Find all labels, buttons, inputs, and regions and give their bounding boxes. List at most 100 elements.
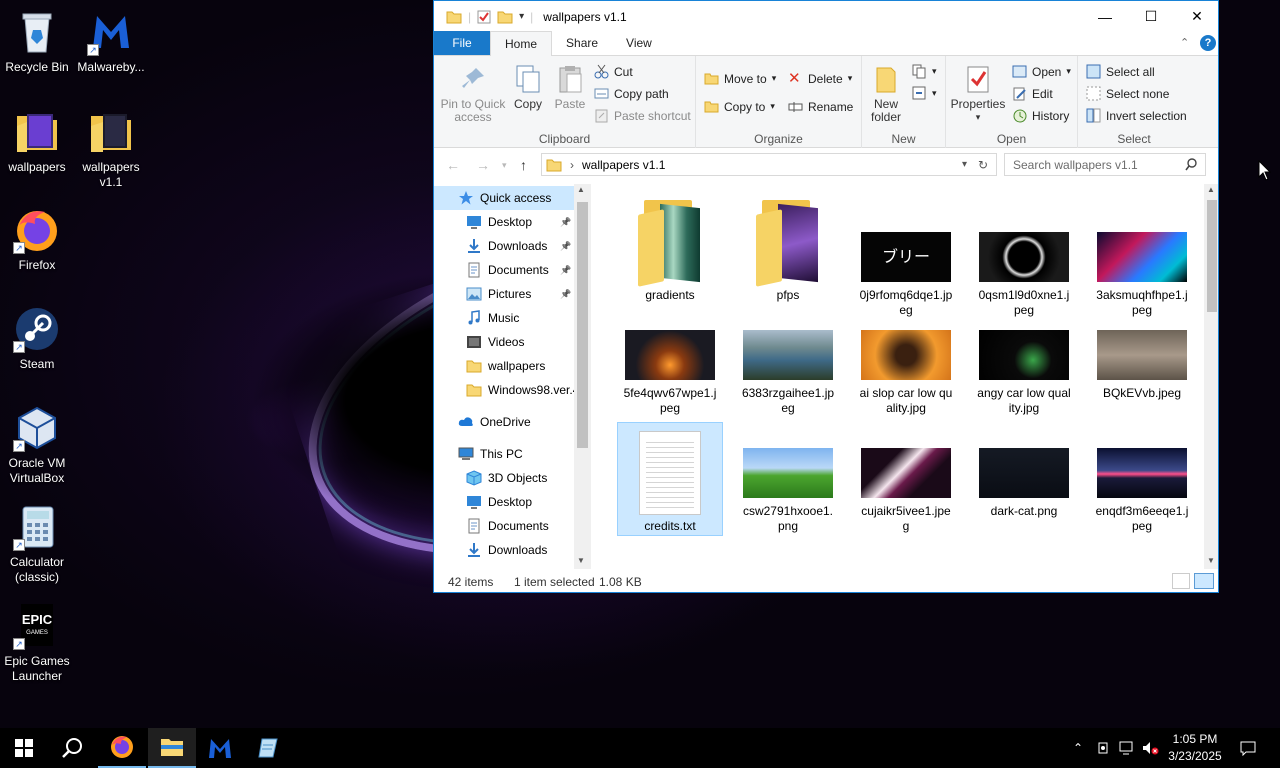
desktop-icon-wallpapers-v11[interactable]: wallpapers v1.1 (74, 108, 148, 190)
new-item-button[interactable]: ▾ (912, 64, 937, 79)
back-arrow-icon[interactable]: ← (446, 157, 460, 173)
refresh-icon[interactable]: ↻ (978, 158, 988, 172)
desktop-icon-recycle-bin[interactable]: Recycle Bin (0, 8, 74, 75)
scroll-down-icon[interactable]: ▼ (1207, 556, 1215, 565)
file-item[interactable]: dark-cat.png (971, 422, 1077, 519)
nav-item[interactable]: OneDrive (434, 410, 574, 434)
tray-device-icon[interactable] (1092, 728, 1114, 768)
system-clock[interactable]: 1:05 PM 3/23/2025 (1160, 731, 1230, 765)
nav-item[interactable]: wallpapers (434, 354, 574, 378)
content-scrollbar-thumb[interactable] (1207, 200, 1217, 312)
navigation-scrollbar[interactable]: ▲ ▼ (574, 184, 591, 569)
pin-quick-access-button[interactable]: Pin to Quick access (440, 64, 506, 124)
edit-button[interactable]: Edit (1012, 86, 1053, 101)
copy-button[interactable]: Copy (510, 64, 546, 111)
tray-overflow-icon[interactable]: ⌃ (1068, 728, 1088, 768)
qat-dropdown-icon[interactable]: ▾ (519, 11, 524, 22)
content-scrollbar[interactable]: ▲ ▼ (1204, 184, 1218, 569)
copy-to-button[interactable]: Copy to ▾ (704, 99, 775, 114)
large-icons-view-icon[interactable] (1194, 573, 1214, 589)
open-button[interactable]: Open ▾ (1012, 64, 1071, 79)
recent-locations-icon[interactable]: ▾ (502, 160, 507, 171)
desktop-icon-virtualbox[interactable]: ↗ Oracle VM VirtualBox (0, 404, 74, 486)
history-button[interactable]: History (1012, 108, 1069, 123)
taskbar-file-explorer[interactable] (148, 728, 196, 768)
nav-item[interactable]: Desktop (434, 490, 574, 514)
nav-item[interactable]: Downloads 📌 (434, 234, 574, 258)
file-item[interactable]: csw2791hxooe1.png (735, 422, 841, 534)
nav-item[interactable]: Documents (434, 514, 574, 538)
volume-muted-icon[interactable] (1140, 728, 1162, 768)
up-arrow-icon[interactable]: ↑ (520, 157, 527, 173)
action-center-icon[interactable] (1236, 728, 1260, 768)
search-button[interactable] (48, 728, 96, 768)
delete-button[interactable]: ✕ Delete ▾ (788, 71, 852, 86)
file-item[interactable]: pfps (735, 198, 841, 303)
file-item[interactable]: credits.txt (617, 422, 723, 536)
file-item[interactable]: BQkEVvb.jpeg (1089, 326, 1195, 401)
nav-item[interactable]: Downloads (434, 538, 574, 562)
tab-share[interactable]: Share (552, 31, 612, 55)
file-item[interactable]: ai slop car low quality.jpg (853, 326, 959, 416)
properties-button[interactable]: Properties ▾ (950, 64, 1006, 124)
desktop-icon-wallpapers[interactable]: wallpapers (0, 108, 74, 175)
desktop-icon-malwarebytes[interactable]: ↗ Malwareby... (74, 8, 148, 75)
help-icon[interactable]: ? (1200, 35, 1216, 51)
forward-arrow-icon[interactable]: → (476, 157, 490, 173)
file-item[interactable]: 0qsm1l9d0xne1.jpeg (971, 198, 1077, 318)
move-to-button[interactable]: Move to ▾ (704, 71, 776, 86)
new-folder-qat-icon[interactable] (497, 10, 513, 24)
scroll-down-icon[interactable]: ▼ (577, 556, 585, 565)
file-item[interactable]: cujaikr5ivee1.jpeg (853, 422, 959, 534)
file-item[interactable]: angy car low quality.jpg (971, 326, 1077, 416)
file-item[interactable]: 5fe4qwv67wpe1.jpeg (617, 326, 723, 416)
search-input[interactable]: Search wallpapers v1.1 (1004, 153, 1206, 176)
paste-button[interactable]: Paste (552, 64, 588, 111)
explorer-window[interactable]: | ▾ | wallpapers v1.1 — ☐ ✕ File Home Sh… (433, 0, 1219, 593)
taskbar-firefox[interactable] (98, 728, 146, 768)
scroll-up-icon[interactable]: ▲ (1207, 185, 1215, 194)
title-bar[interactable]: | ▾ | wallpapers v1.1 — ☐ ✕ (434, 1, 1218, 32)
desktop-icon-steam[interactable]: ↗ Steam (0, 305, 74, 372)
start-button[interactable] (0, 728, 48, 768)
nav-item[interactable]: This PC (434, 442, 574, 466)
tab-home[interactable]: Home (490, 31, 553, 56)
breadcrumb-current[interactable]: wallpapers v1.1 (582, 158, 665, 172)
new-folder-button[interactable]: New folder (868, 64, 904, 124)
details-view-icon[interactable] (1172, 573, 1190, 589)
maximize-button[interactable]: ☐ (1128, 1, 1174, 32)
file-item[interactable]: enqdf3m6eeqe1.jpeg (1089, 422, 1195, 534)
select-none-button[interactable]: Select none (1086, 86, 1169, 101)
scroll-up-icon[interactable]: ▲ (577, 185, 585, 194)
invert-selection-button[interactable]: Invert selection (1086, 108, 1187, 123)
address-dropdown-icon[interactable]: ▾ (962, 159, 967, 170)
easy-access-button[interactable]: ▾ (912, 86, 937, 101)
taskbar-malwarebytes[interactable] (196, 728, 244, 768)
nav-item[interactable]: 3D Objects (434, 466, 574, 490)
cut-button[interactable]: Cut (594, 64, 633, 79)
collapse-ribbon-icon[interactable]: ⌃ (1180, 36, 1189, 49)
taskbar-notepad[interactable] (244, 728, 292, 768)
file-item[interactable]: 6383rzgaihee1.jpeg (735, 326, 841, 416)
nav-item[interactable]: Windows98.ver.4 (434, 378, 579, 402)
nav-item[interactable]: Desktop 📌 (434, 210, 574, 234)
minimize-button[interactable]: — (1082, 1, 1128, 32)
nav-item[interactable]: Videos (434, 330, 574, 354)
nav-item[interactable]: Music (434, 306, 574, 330)
file-item[interactable]: gradients (617, 198, 723, 303)
nav-item[interactable]: Pictures 📌 (434, 282, 574, 306)
navigation-scrollbar-thumb[interactable] (577, 202, 588, 448)
properties-qat-icon[interactable] (477, 10, 491, 24)
address-bar[interactable]: › wallpapers v1.1 ▾ ↻ (541, 153, 997, 176)
nav-item[interactable]: Documents 📌 (434, 258, 574, 282)
copy-path-button[interactable]: Copy path (594, 86, 669, 101)
desktop-icon-calculator[interactable]: ↗ Calculator (classic) (0, 503, 74, 585)
file-item[interactable]: 3aksmuqhfhpe1.jpeg (1089, 198, 1195, 318)
file-item[interactable]: ブリー 0j9rfomq6dqe1.jpeg (853, 198, 959, 318)
desktop-icon-epic-games[interactable]: EPIC GAMES ↗ Epic Games Launcher (0, 602, 74, 684)
paste-shortcut-button[interactable]: Paste shortcut (594, 108, 691, 123)
nav-item[interactable]: Quick access (434, 186, 574, 210)
rename-button[interactable]: Rename (788, 99, 853, 114)
network-icon[interactable] (1116, 728, 1138, 768)
tab-file[interactable]: File (434, 31, 490, 55)
